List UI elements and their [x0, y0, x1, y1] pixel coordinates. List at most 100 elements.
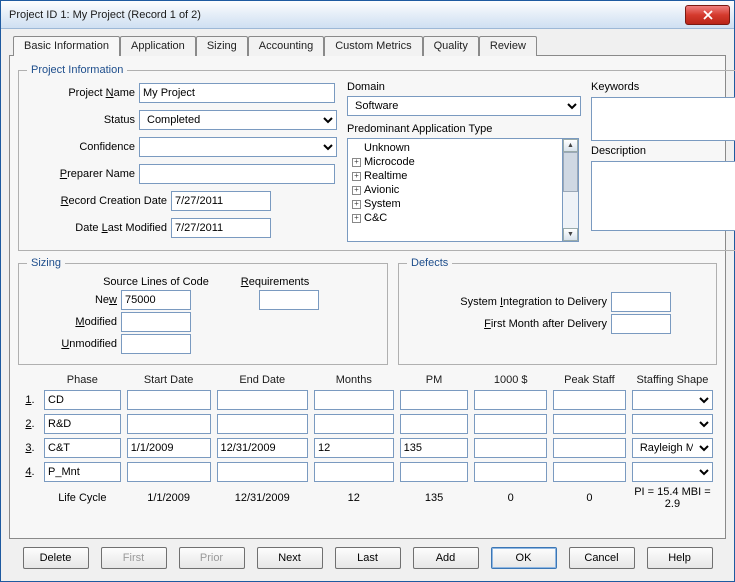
phase-1-dollars[interactable] [474, 390, 547, 410]
delete-button[interactable]: Delete [23, 547, 89, 569]
col-phase: Phase [42, 373, 123, 387]
expand-icon[interactable]: + [352, 214, 361, 223]
col-months: Months [312, 373, 396, 387]
phase-1-peak[interactable] [553, 390, 626, 410]
tab-basic-information[interactable]: Basic Information [13, 36, 120, 56]
description-textarea[interactable] [591, 161, 735, 231]
first-button[interactable]: First [101, 547, 167, 569]
tab-panel-basic: Project Information Project Name Status … [9, 55, 726, 539]
phase-1-start[interactable] [127, 390, 211, 410]
tab-accounting[interactable]: Accounting [248, 36, 324, 56]
phase-2-code[interactable] [44, 414, 121, 434]
tab-sizing[interactable]: Sizing [196, 36, 248, 56]
phase-3-dollars[interactable] [474, 438, 547, 458]
tree-item-microcode[interactable]: +Microcode [350, 155, 560, 169]
scroll-track[interactable] [563, 192, 578, 228]
confidence-label: Confidence [27, 141, 135, 153]
phase-2-dollars[interactable] [474, 414, 547, 434]
scroll-up-button[interactable]: ▲ [563, 139, 578, 152]
phase-2-end[interactable] [217, 414, 308, 434]
expand-icon[interactable]: + [352, 172, 361, 181]
phase-4-pm[interactable] [400, 462, 469, 482]
phase-3-pm[interactable] [400, 438, 469, 458]
tree-item-realtime[interactable]: +Realtime [350, 169, 560, 183]
tree-item-system[interactable]: +System [350, 197, 560, 211]
expand-icon[interactable]: + [352, 186, 361, 195]
close-button[interactable] [685, 5, 730, 25]
requirements-input[interactable] [259, 290, 319, 310]
col-peak: Peak Staff [551, 373, 628, 387]
phase-3-code[interactable] [44, 438, 121, 458]
ok-button[interactable]: OK [491, 547, 557, 569]
phase-1-pm[interactable] [400, 390, 469, 410]
modified-label: Modified [27, 316, 117, 328]
add-button[interactable]: Add [413, 547, 479, 569]
window-title: Project ID 1: My Project (Record 1 of 2) [9, 9, 685, 21]
status-select[interactable]: Completed [139, 110, 337, 130]
lifecycle-start: 1/1/2009 [125, 485, 213, 511]
date-modified-input[interactable] [171, 218, 271, 238]
phase-4-months[interactable] [314, 462, 394, 482]
cancel-button[interactable]: Cancel [569, 547, 635, 569]
phase-3-peak[interactable] [553, 438, 626, 458]
expand-icon[interactable]: + [352, 158, 361, 167]
phase-3-end[interactable] [217, 438, 308, 458]
prior-button[interactable]: Prior [179, 547, 245, 569]
phase-2-months[interactable] [314, 414, 394, 434]
col-dollars: 1000 $ [472, 373, 549, 387]
phase-3-shape[interactable]: Rayleigh Med Front Load [632, 438, 713, 458]
phase-4-end[interactable] [217, 462, 308, 482]
scroll-down-button[interactable]: ▼ [563, 228, 578, 241]
titlebar[interactable]: Project ID 1: My Project (Record 1 of 2) [1, 1, 734, 29]
phase-1-shape[interactable] [632, 390, 713, 410]
first-month-input[interactable] [611, 314, 671, 334]
new-sloc-input[interactable] [121, 290, 191, 310]
phase-2-shape[interactable] [632, 414, 713, 434]
phase-4-start[interactable] [127, 462, 211, 482]
last-button[interactable]: Last [335, 547, 401, 569]
tab-quality[interactable]: Quality [423, 36, 479, 56]
record-created-input[interactable] [171, 191, 271, 211]
unmodified-sloc-input[interactable] [121, 334, 191, 354]
expand-icon[interactable]: + [352, 200, 361, 209]
tree-item-unknown[interactable]: Unknown [350, 141, 560, 155]
phase-2-pm[interactable] [400, 414, 469, 434]
tab-review[interactable]: Review [479, 36, 537, 56]
tree-item-cc[interactable]: +C&C [350, 211, 560, 225]
phase-3-months[interactable] [314, 438, 394, 458]
help-button[interactable]: Help [647, 547, 713, 569]
next-button[interactable]: Next [257, 547, 323, 569]
confidence-select[interactable] [139, 137, 337, 157]
lifecycle-dollars: 0 [472, 485, 549, 511]
phase-4-shape[interactable] [632, 462, 713, 482]
phase-1-end[interactable] [217, 390, 308, 410]
modified-sloc-input[interactable] [121, 312, 191, 332]
phase-1-code[interactable] [44, 390, 121, 410]
project-info-right-column: Keywords ▲▼ Description ▲▼ [591, 81, 735, 242]
col-pm: PM [398, 373, 471, 387]
project-name-input[interactable] [139, 83, 335, 103]
preparer-input[interactable] [139, 164, 335, 184]
sys-integration-input[interactable] [611, 292, 671, 312]
project-information-group: Project Information Project Name Status … [18, 64, 735, 251]
app-type-tree[interactable]: Unknown +Microcode +Realtime +Avionic +S… [347, 138, 563, 242]
tree-item-avionic[interactable]: +Avionic [350, 183, 560, 197]
phase-table: Phase Start Date End Date Months PM 1000… [18, 371, 717, 513]
scroll-thumb[interactable] [563, 152, 578, 192]
tab-application[interactable]: Application [120, 36, 196, 56]
keywords-textarea[interactable] [591, 97, 735, 141]
first-month-label: First Month after Delivery [407, 318, 607, 330]
domain-select[interactable]: Software [347, 96, 581, 116]
phase-4-dollars[interactable] [474, 462, 547, 482]
phase-1-months[interactable] [314, 390, 394, 410]
app-type-label: Predominant Application Type [347, 123, 581, 135]
phase-3-start[interactable] [127, 438, 211, 458]
phase-4-code[interactable] [44, 462, 121, 482]
table-row: 3. Rayleigh Med Front Load [20, 437, 715, 459]
phase-2-start[interactable] [127, 414, 211, 434]
phase-4-peak[interactable] [553, 462, 626, 482]
tab-custom-metrics[interactable]: Custom Metrics [324, 36, 422, 56]
sizing-group: Sizing Source Lines of Code Requirements… [18, 257, 388, 365]
phase-2-peak[interactable] [553, 414, 626, 434]
row-2-label: 2. [20, 413, 40, 435]
